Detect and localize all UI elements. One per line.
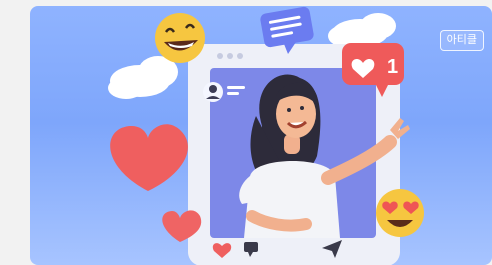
notification-count: 1 xyxy=(387,56,398,78)
article-thumbnail-card[interactable]: 1 아티클 xyxy=(30,6,492,265)
cloud-left-icon xyxy=(108,56,178,99)
big-heart-icon xyxy=(110,124,188,191)
social-media-illustration: 1 xyxy=(108,6,424,265)
comment-icon xyxy=(244,242,258,252)
laughing-emoji-icon xyxy=(155,13,205,63)
article-badge: 아티클 xyxy=(439,30,484,51)
heart-eyes-emoji-icon xyxy=(376,189,424,237)
cloud-right-icon xyxy=(328,13,396,47)
